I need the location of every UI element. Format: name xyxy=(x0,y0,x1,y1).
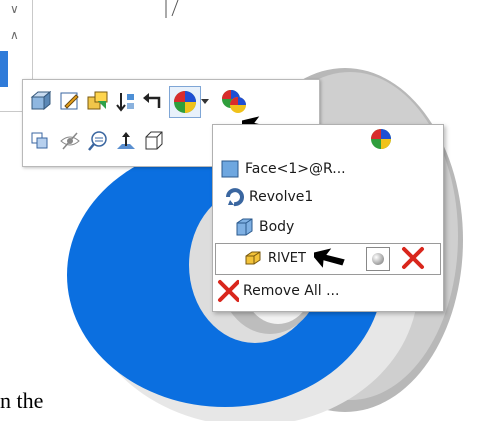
sphere-swatch-icon[interactable] xyxy=(366,247,390,271)
appearance-dropdown: Face<1>@R... Revolve1 Body RIVET Remove … xyxy=(212,124,444,312)
rivet-part-icon xyxy=(242,247,264,269)
part-icon[interactable] xyxy=(27,88,53,114)
normal-to-icon[interactable] xyxy=(113,128,139,154)
menu-item-face[interactable]: Face<1>@R... xyxy=(219,157,346,181)
sort-icon[interactable] xyxy=(113,88,139,114)
selection-highlight[interactable] xyxy=(0,51,8,87)
graphics-area[interactable]: ∨ ∧ Face<1>@R... Revolve1 Body RIVET Rem… xyxy=(0,0,479,421)
appearance-dropdown-icon[interactable] xyxy=(199,88,211,114)
menu-item-label: Face<1>@R... xyxy=(245,161,346,177)
edit-sketch-icon[interactable] xyxy=(57,88,83,114)
rivet-entry: RIVET xyxy=(242,246,306,270)
appearance-icon[interactable] xyxy=(169,86,201,118)
menu-item-label: Remove All ... xyxy=(243,283,340,299)
hide-show-icon[interactable] xyxy=(27,128,53,154)
remove-all-x-icon xyxy=(217,280,239,302)
menu-item-label: Revolve1 xyxy=(249,189,314,205)
view-box-icon[interactable] xyxy=(141,128,167,154)
appearance-ball-icon xyxy=(369,127,393,155)
body-icon xyxy=(233,216,255,238)
menu-item-label: Body xyxy=(259,219,295,235)
face-icon xyxy=(219,158,241,180)
caption-text: n the xyxy=(0,388,44,413)
arrow-cursor xyxy=(314,245,347,272)
chevron-down-icon[interactable]: ∨ xyxy=(10,3,24,15)
menu-item-remove-all[interactable]: Remove All ... xyxy=(217,279,339,303)
delete-x-icon[interactable] xyxy=(400,245,426,275)
zoom-to-selection-icon[interactable] xyxy=(85,128,111,154)
insert-components-icon[interactable] xyxy=(85,88,111,114)
revolve-icon xyxy=(223,186,245,208)
menu-item-revolve[interactable]: Revolve1 xyxy=(223,185,313,209)
menu-item-label: RIVET xyxy=(268,250,306,266)
menu-item-body[interactable]: Body xyxy=(233,215,294,239)
chevron-up-icon[interactable]: ∧ xyxy=(10,29,24,41)
eye-icon[interactable] xyxy=(57,128,83,154)
back-arrow-icon[interactable] xyxy=(139,88,165,114)
